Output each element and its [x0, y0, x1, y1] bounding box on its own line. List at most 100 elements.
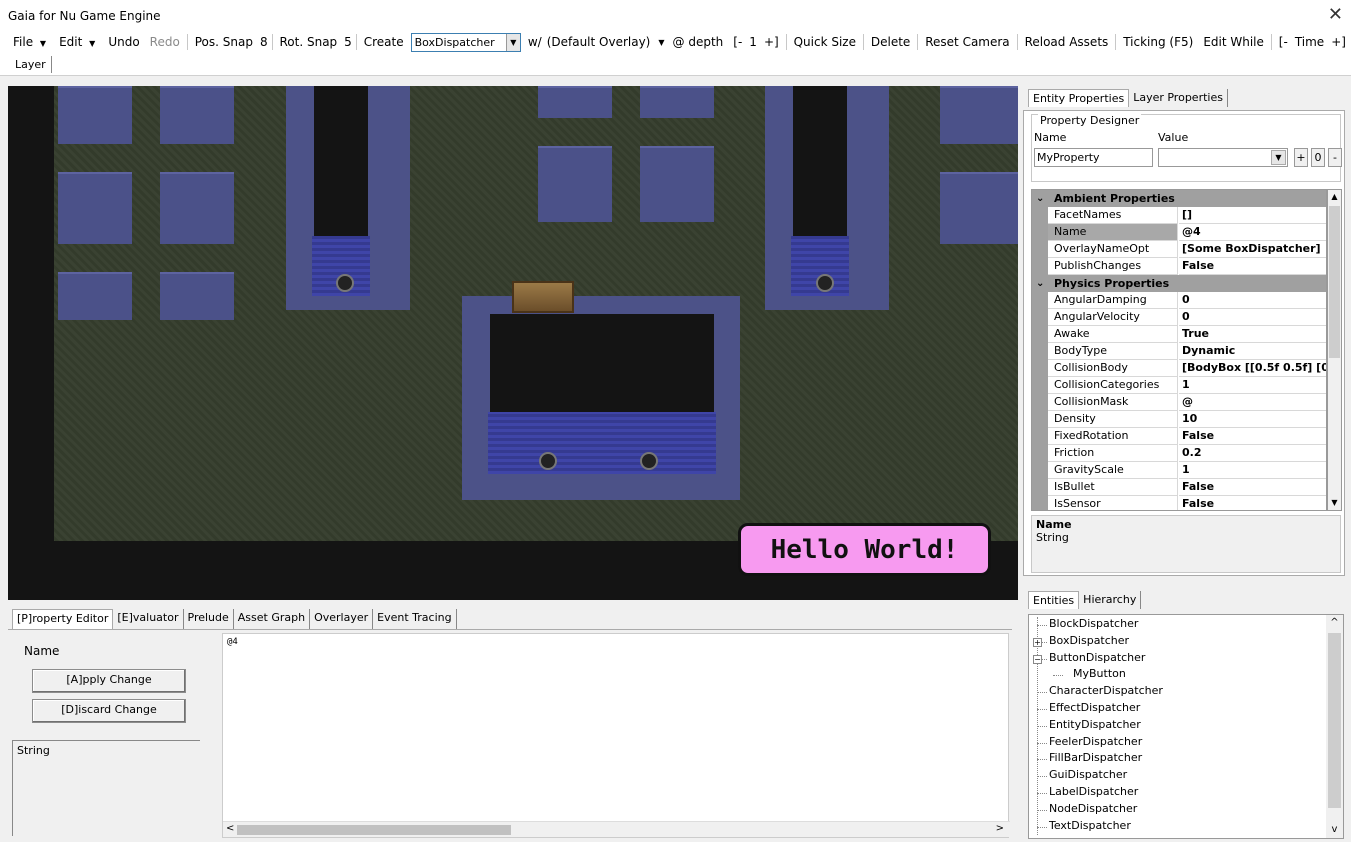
- property-row[interactable]: IsBullet False: [1032, 479, 1326, 496]
- property-row[interactable]: FixedRotation False: [1032, 428, 1326, 445]
- designer-name-input[interactable]: MyProperty: [1034, 148, 1153, 167]
- horizontal-scrollbar[interactable]: < >: [223, 821, 1010, 837]
- property-value[interactable]: 0: [1179, 309, 1326, 326]
- property-row[interactable]: CollisionCategories 1: [1032, 377, 1326, 394]
- property-grid[interactable]: ⌄ Ambient Properties FacetNames[] Name @4 Ove…: [1031, 189, 1327, 511]
- tab-layer-properties[interactable]: Layer Properties: [1129, 89, 1228, 107]
- tree-item[interactable]: LabelDispatcher: [1049, 785, 1138, 798]
- property-row[interactable]: AngularVelocity 0: [1032, 309, 1326, 326]
- property-row[interactable]: CollisionMask @: [1032, 394, 1326, 411]
- property-value[interactable]: [Some BoxDispatcher]: [1179, 241, 1326, 258]
- property-row[interactable]: PublishChanges False: [1032, 258, 1326, 275]
- chevron-up-icon[interactable]: ▲: [1328, 190, 1341, 204]
- chevron-down-icon[interactable]: ▼: [655, 38, 667, 47]
- property-value[interactable]: True: [1179, 326, 1326, 343]
- scrollbar-thumb[interactable]: [237, 825, 511, 835]
- property-value[interactable]: 1: [1179, 377, 1326, 394]
- tab-asset-graph[interactable]: Asset Graph: [233, 609, 311, 629]
- chevron-down-icon[interactable]: ⌄: [1036, 190, 1044, 207]
- vertical-scrollbar[interactable]: ^ v: [1326, 615, 1343, 838]
- property-value[interactable]: 0: [1179, 292, 1326, 309]
- property-row[interactable]: Name @4: [1032, 224, 1326, 241]
- property-row[interactable]: Awake True: [1032, 326, 1326, 343]
- chevron-down-icon[interactable]: v: [1326, 822, 1343, 838]
- rot-snap-input[interactable]: 5: [342, 35, 354, 49]
- property-row[interactable]: OverlayNameOpt [Some BoxDispatcher]: [1032, 241, 1326, 258]
- property-row[interactable]: FacetNames[]: [1032, 207, 1326, 224]
- scrollbar-thumb[interactable]: [1329, 206, 1340, 358]
- chevron-down-icon[interactable]: ▼: [1271, 150, 1286, 165]
- crate-entity[interactable]: [512, 281, 574, 313]
- property-row[interactable]: BodyType Dynamic: [1032, 343, 1326, 360]
- property-row[interactable]: Friction 0.2: [1032, 445, 1326, 462]
- expand-icon[interactable]: +: [1033, 637, 1042, 647]
- property-value[interactable]: [BodyBox [[0.5f 0.5f] [0.: [1179, 360, 1326, 377]
- file-menu[interactable]: File ▼: [8, 35, 54, 49]
- tab-hierarchy[interactable]: Hierarchy: [1079, 591, 1142, 609]
- property-value[interactable]: @: [1179, 394, 1326, 411]
- property-value[interactable]: 0.2: [1179, 445, 1326, 462]
- tab-property-editor[interactable]: [P]roperty Editor: [12, 609, 114, 629]
- tree-item[interactable]: EffectDispatcher: [1049, 701, 1140, 714]
- collapse-icon[interactable]: −: [1033, 654, 1042, 664]
- time-increment-button[interactable]: +]: [1326, 35, 1351, 49]
- tree-item[interactable]: ButtonDispatcher: [1049, 651, 1145, 664]
- ticking-button[interactable]: Ticking (F5): [1118, 35, 1198, 49]
- pos-snap-input[interactable]: 8: [258, 35, 270, 49]
- game-viewport[interactable]: Hello World!: [8, 86, 1018, 600]
- zero-property-button[interactable]: 0: [1311, 148, 1325, 167]
- property-value[interactable]: False: [1179, 428, 1326, 445]
- discard-change-button[interactable]: [D]iscard Change: [32, 699, 186, 723]
- tab-evaluator[interactable]: [E]valuator: [113, 609, 184, 629]
- chevron-left-icon[interactable]: <: [226, 823, 234, 834]
- property-row[interactable]: IsSensor False: [1032, 496, 1326, 510]
- tab-entity-properties[interactable]: Entity Properties: [1028, 89, 1130, 107]
- property-category[interactable]: ⌄ Ambient Properties: [1032, 190, 1326, 207]
- time-decrement-button[interactable]: [-: [1274, 35, 1293, 49]
- depth-decrement-button[interactable]: [-: [728, 35, 747, 49]
- tree-item[interactable]: BoxDispatcher: [1049, 634, 1129, 647]
- property-value[interactable]: False: [1179, 258, 1326, 275]
- chevron-right-icon[interactable]: >: [996, 823, 1004, 834]
- property-category[interactable]: ⌄ Physics Properties: [1032, 275, 1326, 292]
- scrollbar-thumb[interactable]: [1328, 633, 1341, 808]
- tree-item[interactable]: NodeDispatcher: [1049, 802, 1137, 815]
- tree-item[interactable]: CharacterDispatcher: [1049, 684, 1163, 697]
- remove-property-button[interactable]: -: [1328, 148, 1342, 167]
- tab-layer[interactable]: Layer: [10, 56, 52, 73]
- tab-entities[interactable]: Entities: [1028, 591, 1080, 609]
- tab-prelude[interactable]: Prelude: [183, 609, 234, 629]
- chevron-down-icon[interactable]: ⌄: [1036, 275, 1044, 292]
- dispatcher-select[interactable]: BoxDispatcher ▼: [410, 32, 521, 52]
- tree-item[interactable]: GuiDispatcher: [1049, 768, 1127, 781]
- property-value[interactable]: @4: [1179, 224, 1326, 241]
- property-row[interactable]: AngularDamping 0: [1032, 292, 1326, 309]
- redo-button[interactable]: Redo: [145, 35, 185, 49]
- property-value[interactable]: 1: [1179, 462, 1326, 479]
- depth-increment-button[interactable]: +]: [759, 35, 784, 49]
- create-button[interactable]: Create: [359, 35, 409, 49]
- chevron-up-icon[interactable]: ^: [1326, 615, 1343, 631]
- property-value[interactable]: 10: [1179, 411, 1326, 428]
- tab-overlayer[interactable]: Overlayer: [310, 609, 374, 629]
- tree-item[interactable]: MyButton: [1073, 667, 1126, 680]
- chevron-down-icon[interactable]: ▼: [505, 33, 520, 51]
- tree-item[interactable]: TextDispatcher: [1049, 819, 1131, 832]
- property-value[interactable]: False: [1179, 496, 1326, 510]
- delete-button[interactable]: Delete: [866, 35, 915, 49]
- edit-menu[interactable]: Edit ▼: [54, 35, 103, 49]
- close-icon[interactable]: ✕: [1328, 4, 1343, 25]
- property-value-editor[interactable]: @4 < >: [222, 633, 1010, 838]
- tree-item[interactable]: FeelerDispatcher: [1049, 735, 1142, 748]
- property-row[interactable]: GravityScale 1: [1032, 462, 1326, 479]
- overlay-select[interactable]: (Default Overlay): [547, 35, 656, 49]
- tree-item[interactable]: FillBarDispatcher: [1049, 751, 1142, 764]
- property-value[interactable]: []: [1179, 207, 1326, 224]
- tab-event-tracing[interactable]: Event Tracing: [373, 609, 457, 629]
- hello-world-label[interactable]: Hello World!: [738, 523, 991, 576]
- depth-input[interactable]: 1: [747, 35, 759, 49]
- reset-camera-button[interactable]: Reset Camera: [920, 35, 1014, 49]
- tree-item[interactable]: BlockDispatcher: [1049, 617, 1138, 630]
- quick-size-button[interactable]: Quick Size: [789, 35, 861, 49]
- designer-value-select[interactable]: ▼: [1158, 148, 1288, 167]
